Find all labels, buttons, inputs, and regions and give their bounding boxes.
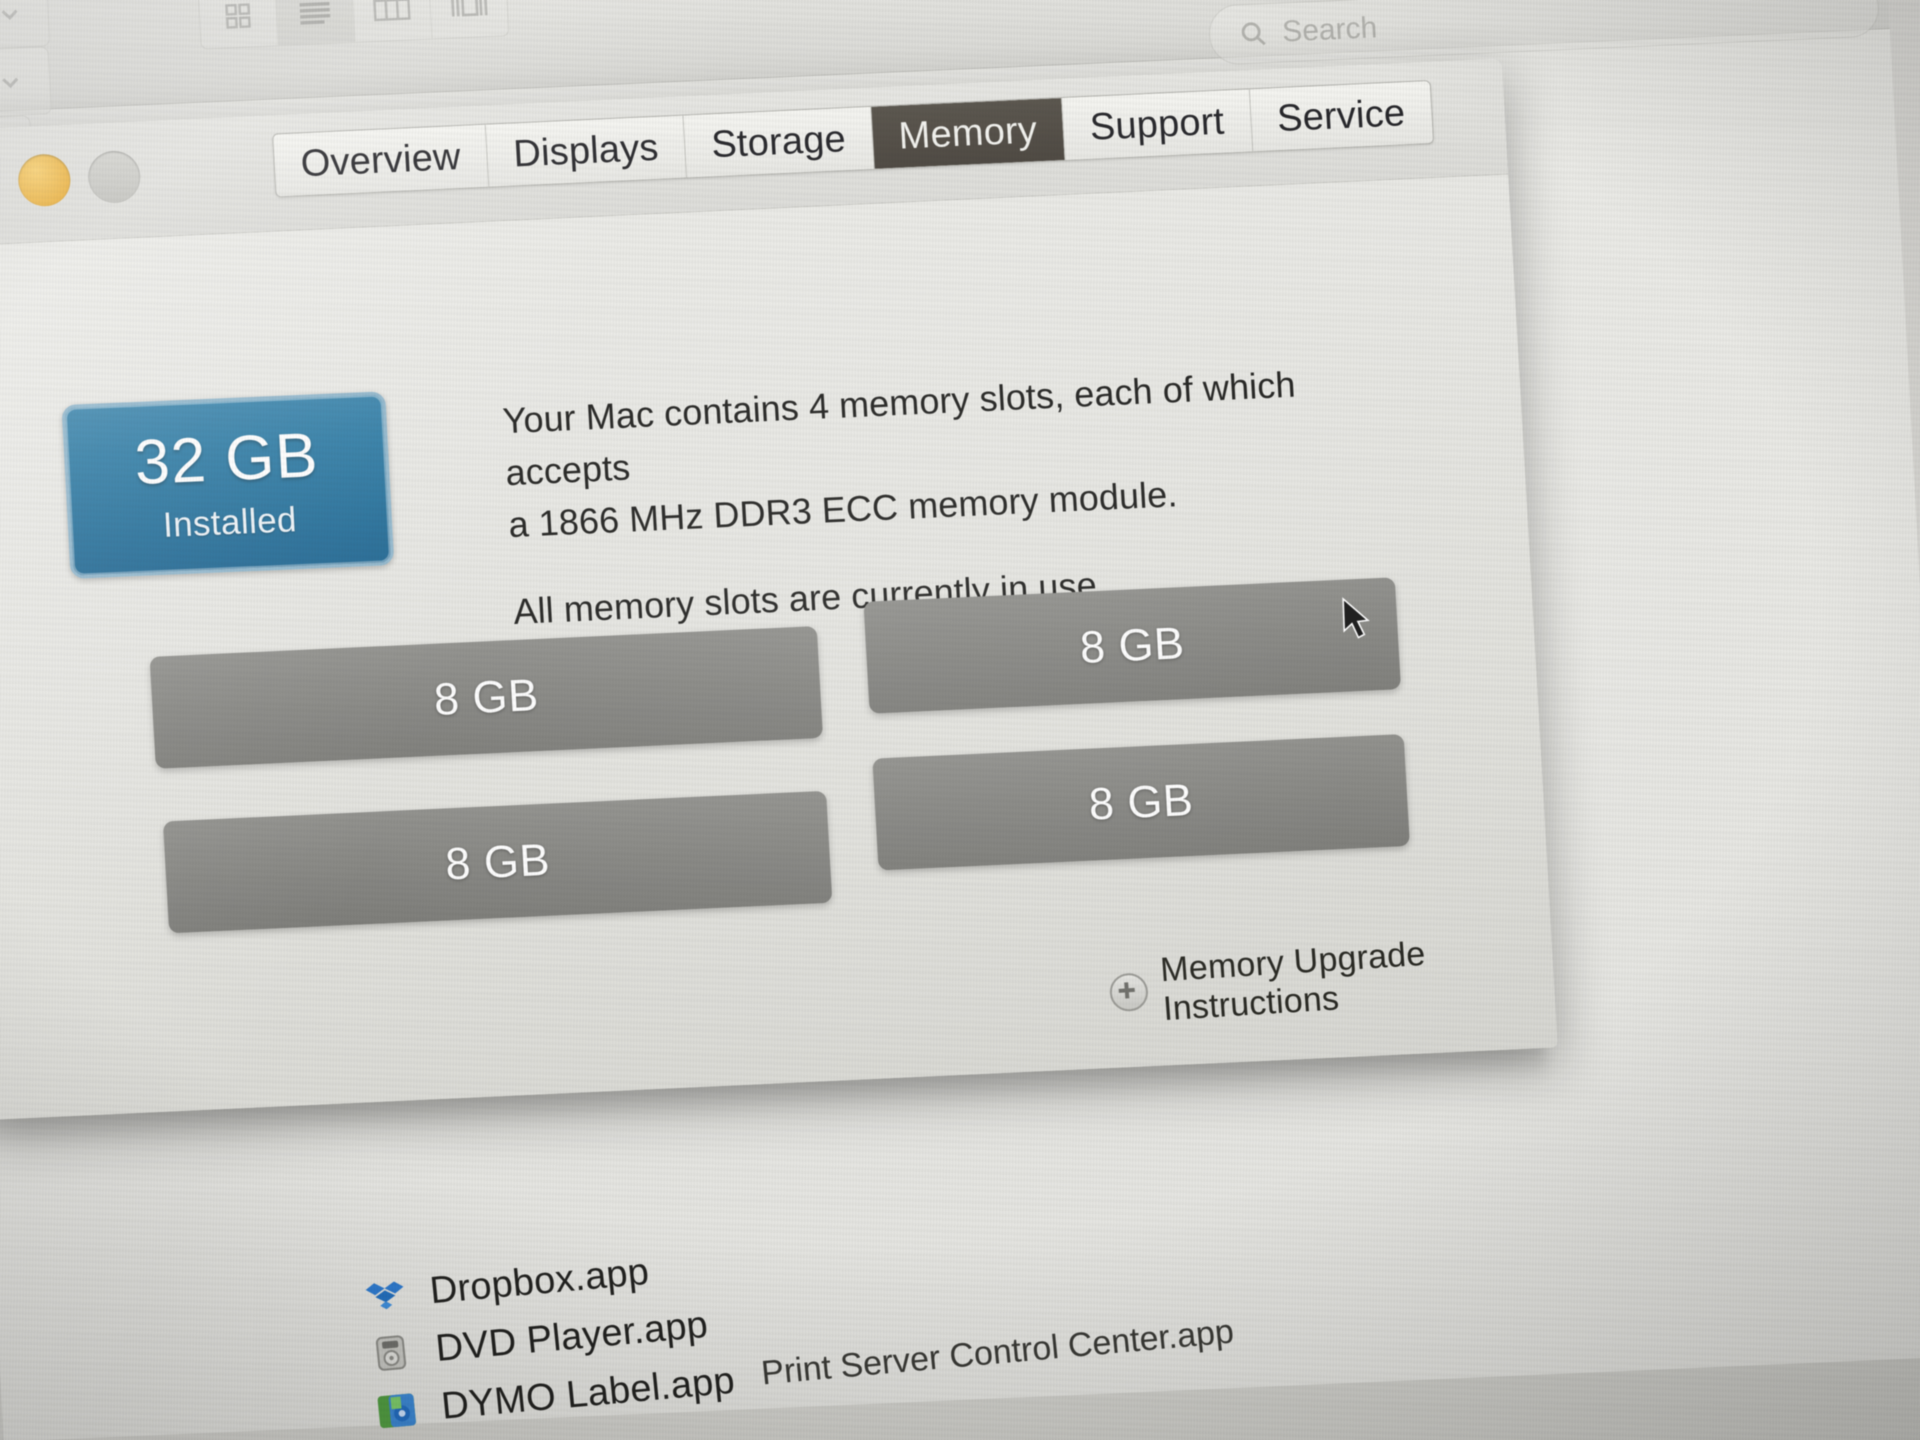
monitor-screen: Applications	[0, 0, 1920, 1440]
installed-memory-badge: 32 GB Installed	[61, 391, 395, 579]
list-view-button[interactable]	[275, 0, 356, 46]
installed-memory-label: Installed	[161, 499, 298, 545]
tab-service[interactable]: Service	[1249, 81, 1433, 152]
memory-slot: 8 GB	[872, 734, 1410, 871]
column-view-button[interactable]	[352, 0, 433, 42]
mouse-cursor	[1342, 597, 1370, 639]
search-input[interactable]: Search	[1207, 0, 1881, 66]
zoom-button[interactable]	[86, 149, 142, 205]
finder-file-list: Dropbox.app DVD Player.app DYMO Label.ap…	[361, 1181, 1354, 1440]
about-this-mac-window: Overview Displays Storage Memory Support…	[0, 58, 1558, 1121]
tab-storage[interactable]: Storage	[683, 106, 875, 178]
grid-icon	[225, 3, 251, 29]
dropbox-icon	[362, 1273, 408, 1319]
memory-slot: 8 GB	[149, 626, 824, 769]
memory-slot-grid: 8 GB 8 GB 8 GB 8 GB	[0, 573, 1549, 976]
view-mode-segment[interactable]	[197, 0, 510, 50]
tab-overview[interactable]: Overview	[273, 124, 490, 197]
search-icon	[1241, 22, 1266, 46]
search-placeholder: Search	[1281, 11, 1379, 49]
tab-support[interactable]: Support	[1062, 89, 1253, 160]
minimize-button[interactable]	[16, 153, 72, 208]
installed-memory-size: 32 GB	[132, 419, 321, 498]
screen-photo: Applications	[0, 0, 1920, 1440]
list-icon	[299, 1, 331, 25]
chevron-down-icon	[1, 9, 18, 21]
gallery-view-button[interactable]	[429, 0, 508, 39]
chevron-down-icon	[2, 77, 19, 89]
disclosure-plus-icon	[1108, 972, 1150, 1013]
coverflow-icon	[451, 0, 488, 17]
memory-panel: 32 GB Installed Your Mac contains 4 memo…	[0, 174, 1558, 1121]
tab-memory[interactable]: Memory	[870, 98, 1066, 169]
memory-slot: 8 GB	[863, 577, 1402, 714]
tab-displays[interactable]: Displays	[485, 115, 688, 187]
columns-icon	[373, 0, 411, 22]
dymo-label-icon	[374, 1388, 420, 1434]
action-menu-button[interactable]	[0, 46, 53, 120]
memory-upgrade-instructions-link[interactable]: Memory Upgrade Instructions	[1107, 927, 1556, 1032]
arrange-by-button[interactable]	[0, 0, 51, 52]
dvd-player-icon	[368, 1330, 414, 1376]
memory-upgrade-instructions-label: Memory Upgrade Instructions	[1158, 934, 1427, 1029]
icon-view-button[interactable]	[198, 0, 279, 49]
memory-slot: 8 GB	[162, 790, 833, 934]
